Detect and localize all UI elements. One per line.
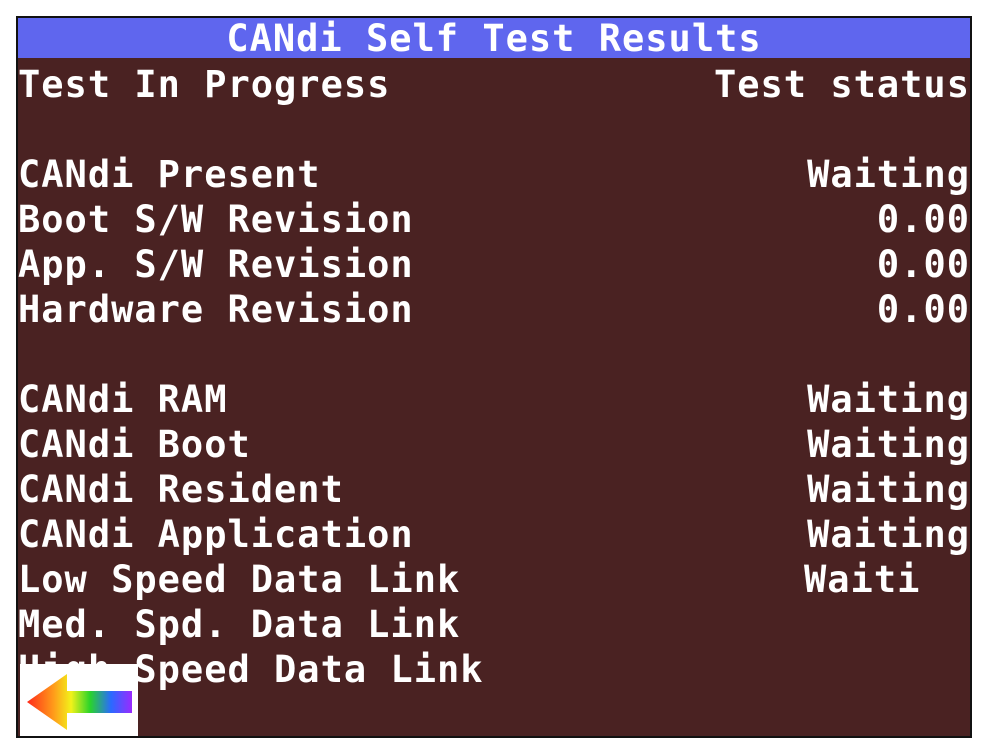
test-row-status: Waiting [807,513,970,556]
title-bar: CANdi Self Test Results [18,18,970,60]
rainbow-back-arrow-icon [27,674,132,730]
test-row: CANdi Boot Waiting [18,422,970,467]
info-row-label: App. S/W Revision [18,243,414,286]
back-button[interactable] [20,664,138,736]
info-row-label: CANdi Present [18,153,321,196]
info-row-label: Hardware Revision [18,288,414,331]
test-row-label: CANdi RAM [18,378,228,421]
test-row-status: Waiti [804,558,921,601]
test-row: Low Speed Data Link Waiti [18,557,970,602]
test-row-label: Low Speed Data Link [18,558,461,601]
test-row-label: Med. Spd. Data Link [18,603,461,646]
test-row: High Speed Data Link [18,647,970,692]
test-row: CANdi Application Waiting [18,512,970,557]
header-test-label: Test In Progress [18,63,391,106]
info-row-value: 0.00 [876,198,970,241]
header-row: Test In Progress Test status [18,62,970,107]
info-row-value: 0.00 [876,243,970,286]
info-row: CANdi Present Waiting [18,152,970,197]
info-row-value: Waiting [807,153,970,196]
info-row: Boot S/W Revision 0.00 [18,197,970,242]
test-row-label: CANdi Boot [18,423,251,466]
self-test-screen: CANdi Self Test Results Test In Progress… [16,16,972,738]
info-row-value: 0.00 [876,288,970,331]
info-row: Hardware Revision 0.00 [18,287,970,332]
test-row-status: Waiting [807,423,970,466]
test-row: CANdi RAM Waiting [18,377,970,422]
test-row-label: CANdi Resident [18,468,344,511]
page-title: CANdi Self Test Results [226,18,762,60]
info-row-label: Boot S/W Revision [18,198,414,241]
test-row: Med. Spd. Data Link [18,602,970,647]
header-status-label: Test status [713,63,970,106]
info-row: App. S/W Revision 0.00 [18,242,970,287]
test-row-label: CANdi Application [18,513,414,556]
test-row: CANdi Resident Waiting [18,467,970,512]
test-row-status: Waiting [807,468,970,511]
test-row-status: Waiting [807,378,970,421]
